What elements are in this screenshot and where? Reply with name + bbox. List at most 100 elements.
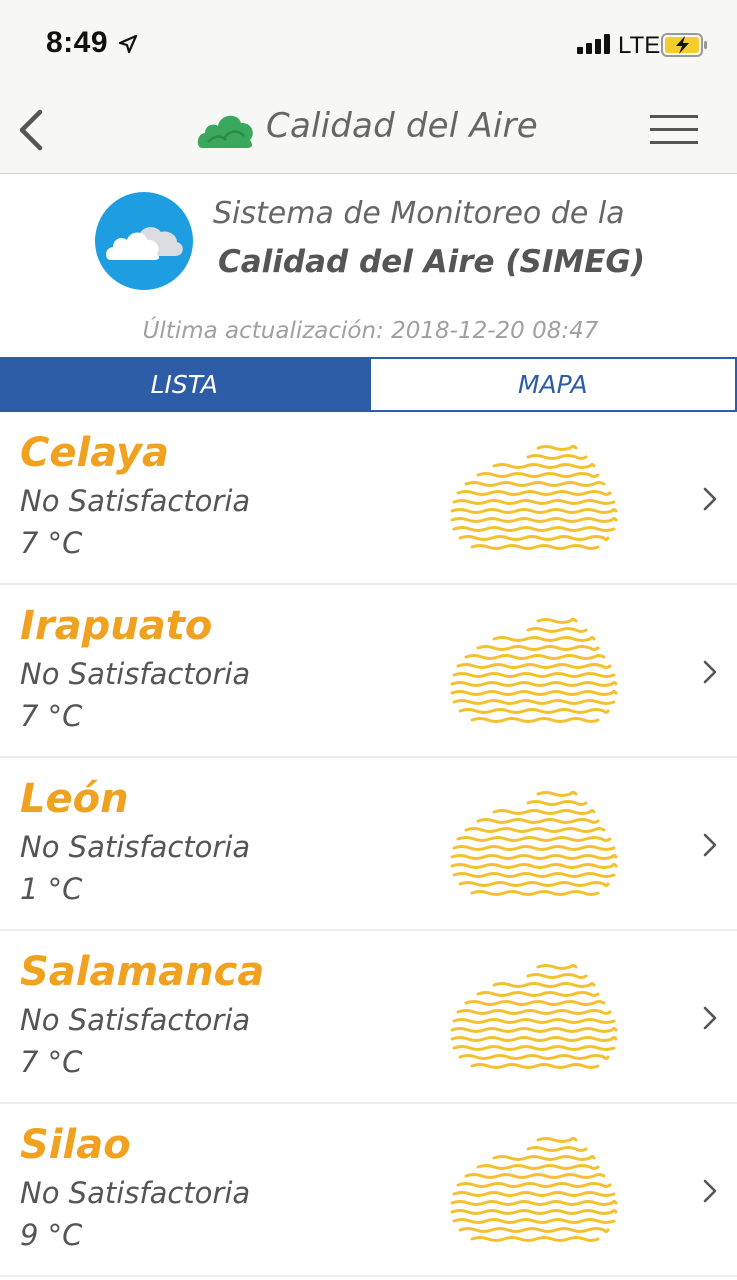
haze-line <box>526 800 588 806</box>
city-air-status: No Satisfactoria <box>20 657 251 691</box>
haze-line <box>452 699 616 705</box>
haze-line <box>456 836 612 842</box>
city-air-status: No Satisfactoria <box>20 830 251 864</box>
haze-line <box>450 854 618 860</box>
city-row-celaya[interactable]: Celaya No Satisfactoria 7 °C <box>0 412 737 585</box>
haze-line <box>450 1209 618 1215</box>
haze-line <box>450 508 618 514</box>
haze-line <box>470 544 600 550</box>
haze-line <box>450 863 618 869</box>
haze-line <box>456 1009 612 1015</box>
hazy-cloud-icon <box>450 618 618 723</box>
haze-line <box>470 1063 600 1069</box>
city-temperature: 1 °C <box>20 872 83 906</box>
battery-charging-icon <box>661 33 707 57</box>
header-title-line1: Sistema de Monitoreo de la <box>213 196 625 231</box>
haze-line <box>464 1000 606 1006</box>
network-type: LTE <box>618 32 661 59</box>
city-name: Silao <box>20 1122 131 1168</box>
tab-mapa[interactable]: MAPA <box>368 357 737 412</box>
hazy-cloud-icon <box>450 1137 618 1242</box>
city-row-leon[interactable]: León No Satisfactoria 1 °C <box>0 758 737 931</box>
city-air-status: No Satisfactoria <box>20 484 251 518</box>
haze-line <box>456 490 612 496</box>
haze-line <box>526 454 588 460</box>
tab-lista[interactable]: LISTA <box>0 357 369 412</box>
haze-line <box>464 827 606 833</box>
city-temperature: 7 °C <box>20 526 83 560</box>
haze-line <box>458 535 610 541</box>
navigation-bar: Calidad del Aire <box>0 88 737 174</box>
city-air-status: No Satisfactoria <box>20 1003 251 1037</box>
hazy-cloud-icon <box>450 791 618 896</box>
hazy-cloud-icon <box>450 964 618 1069</box>
haze-line <box>452 872 616 878</box>
haze-line <box>526 973 588 979</box>
haze-line <box>470 1236 600 1242</box>
haze-line <box>536 1137 578 1143</box>
city-air-status: No Satisfactoria <box>20 1176 251 1210</box>
haze-line <box>464 654 606 660</box>
haze-line <box>458 708 610 714</box>
view-tabs: LISTA MAPA <box>0 357 737 412</box>
city-name: León <box>20 776 129 822</box>
haze-line <box>476 991 600 997</box>
haze-line <box>456 663 612 669</box>
haze-line <box>452 672 616 678</box>
haze-line <box>476 472 600 478</box>
back-button[interactable] <box>14 106 50 154</box>
city-name: Salamanca <box>20 949 265 995</box>
haze-line <box>450 690 618 696</box>
city-row-irapuato[interactable]: Irapuato No Satisfactoria 7 °C <box>0 585 737 758</box>
haze-line <box>492 636 596 642</box>
city-row-silao[interactable]: Silao No Satisfactoria 9 °C <box>0 1104 737 1277</box>
haze-line <box>464 1173 606 1179</box>
haze-line <box>452 1191 616 1197</box>
haze-line <box>452 1218 616 1224</box>
city-temperature: 7 °C <box>20 699 83 733</box>
haze-line <box>452 499 616 505</box>
haze-line <box>492 463 596 469</box>
hazy-cloud-icon <box>450 445 618 550</box>
haze-line <box>450 1027 618 1033</box>
haze-line <box>492 809 596 815</box>
haze-line <box>526 627 588 633</box>
city-name: Irapuato <box>20 603 213 649</box>
chevron-right-icon <box>703 660 717 684</box>
chevron-right-icon <box>703 487 717 511</box>
haze-line <box>458 1054 610 1060</box>
haze-line <box>476 645 600 651</box>
haze-line <box>476 1164 600 1170</box>
city-temperature: 7 °C <box>20 1045 83 1079</box>
nav-title: Calidad del Aire <box>266 106 538 146</box>
haze-line <box>452 1018 616 1024</box>
haze-line <box>470 717 600 723</box>
haze-line <box>450 681 618 687</box>
haze-line <box>476 818 600 824</box>
haze-line <box>536 964 578 970</box>
simeg-logo-icon <box>95 192 193 290</box>
haze-line <box>536 791 578 797</box>
cloud-logo-icon <box>197 115 253 148</box>
haze-line <box>492 982 596 988</box>
haze-line <box>536 445 578 451</box>
city-list: Celaya No Satisfactoria 7 °C Irapuato No… <box>0 412 737 1277</box>
chevron-right-icon <box>703 833 717 857</box>
haze-line <box>458 1227 610 1233</box>
haze-line <box>452 845 616 851</box>
city-row-salamanca[interactable]: Salamanca No Satisfactoria 7 °C <box>0 931 737 1104</box>
haze-line <box>450 1200 618 1206</box>
status-bar: 8:49 LTE <box>0 0 737 88</box>
haze-line <box>526 1146 588 1152</box>
header-title-line2: Calidad del Aire (SIMEG) <box>218 244 646 280</box>
haze-line <box>452 526 616 532</box>
haze-line <box>450 517 618 523</box>
status-time: 8:49 <box>46 26 109 59</box>
haze-line <box>456 1182 612 1188</box>
last-update-text: Última actualización: 2018-12-20 08:47 <box>142 318 599 344</box>
haze-line <box>464 481 606 487</box>
haze-line <box>536 618 578 624</box>
signal-bars-icon <box>577 34 610 54</box>
menu-button[interactable] <box>648 112 700 148</box>
haze-line <box>458 881 610 887</box>
